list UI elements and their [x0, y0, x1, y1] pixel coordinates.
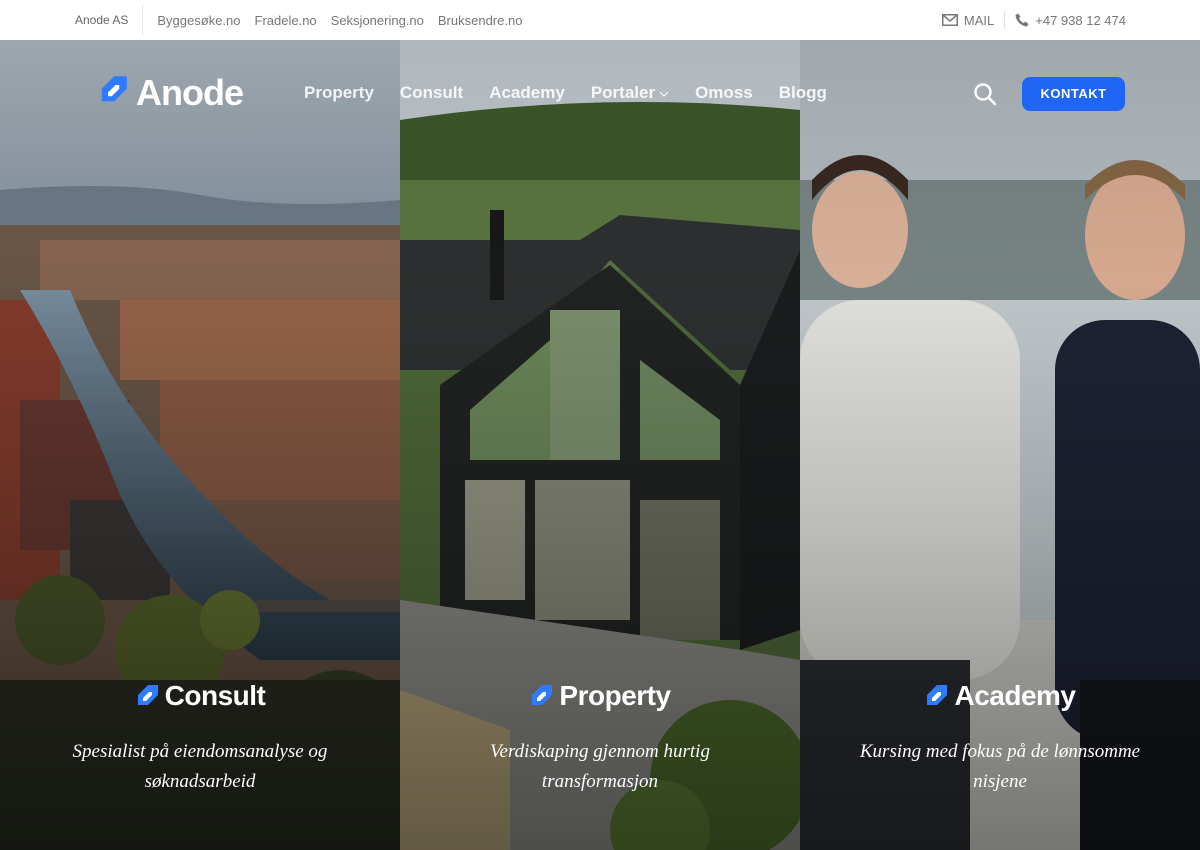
nav-menu: Property Consult Academy Portaler Omoss … — [304, 83, 827, 103]
top-bar: Anode AS Byggesøke.no Fradele.no Seksjon… — [0, 0, 1200, 40]
company-name: Anode AS — [75, 5, 144, 35]
contact-button[interactable]: KONTAKT — [1022, 77, 1125, 111]
panel-consult[interactable]: Consult Spesialist på eiendomsanalyse og… — [0, 40, 400, 850]
panel-content: Consult Spesialist på eiendomsanalyse og… — [0, 680, 400, 797]
search-icon — [973, 83, 997, 110]
panel-description: Kursing med fokus på de lønnsomme nisjen… — [859, 741, 1141, 792]
nav-item-portaler-label: Portaler — [590, 83, 656, 102]
nav-item-portaler[interactable]: Portaler — [591, 83, 669, 103]
panel-content: Property Verdiskaping gjennom hurtig tra… — [400, 680, 800, 797]
nav-item-blogg[interactable]: Blogg — [779, 83, 827, 103]
link-byggesoke[interactable]: Byggesøke.no — [157, 13, 240, 28]
anode-logo-icon — [529, 684, 553, 708]
phone-icon — [1015, 13, 1029, 27]
mail-label: MAIL — [963, 12, 995, 28]
nav-item-property[interactable]: Property — [304, 83, 374, 103]
panel-title: Property — [529, 680, 671, 712]
phone-link[interactable]: +47 938 12 474 — [1015, 13, 1126, 28]
portal-links: Byggesøke.no Fradele.no Seksjonering.no … — [157, 13, 522, 28]
nav-item-academy[interactable]: Academy — [489, 83, 565, 103]
nav-item-omoss[interactable]: Omoss — [695, 83, 753, 103]
anode-logo-icon — [98, 72, 128, 114]
panel-description: Verdiskaping gjennom hurtig transformasj… — [490, 741, 710, 792]
link-seksjonering[interactable]: Seksjonering.no — [331, 13, 424, 28]
anode-logo-icon — [924, 684, 948, 708]
site-logo[interactable]: Anode — [98, 72, 244, 114]
panel-title-text: Academy — [954, 680, 1076, 711]
panel-title: Consult — [135, 680, 266, 712]
hero-section: Consult Spesialist på eiendomsanalyse og… — [0, 40, 1200, 850]
contact-info: MAIL +47 938 12 474 — [941, 0, 1126, 40]
chevron-down-icon — [659, 83, 669, 103]
panel-description: Spesialist på eiendomsanalyse og søknads… — [72, 741, 328, 792]
panel-academy[interactable]: Academy Kursing med fokus på de lønnsomm… — [800, 40, 1200, 850]
mail-link[interactable]: MAIL — [941, 12, 995, 28]
panel-title-text: Property — [559, 680, 671, 711]
mail-icon — [941, 14, 958, 26]
nav-item-consult[interactable]: Consult — [400, 83, 463, 103]
phone-number: +47 938 12 474 — [1035, 12, 1126, 28]
main-nav: Anode Property Consult Academy Portaler … — [0, 40, 1200, 145]
panel-title-text: Consult — [164, 680, 266, 711]
anode-logo-icon — [135, 684, 159, 708]
logo-text: Anode — [136, 72, 244, 113]
link-bruksendre[interactable]: Bruksendre.no — [438, 13, 523, 28]
search-button[interactable] — [973, 82, 997, 111]
divider — [1004, 11, 1006, 29]
link-fradele[interactable]: Fradele.no — [255, 13, 317, 28]
panel-property[interactable]: Property Verdiskaping gjennom hurtig tra… — [400, 40, 800, 850]
panel-content: Academy Kursing med fokus på de lønnsomm… — [800, 680, 1200, 797]
panel-title: Academy — [924, 680, 1076, 712]
